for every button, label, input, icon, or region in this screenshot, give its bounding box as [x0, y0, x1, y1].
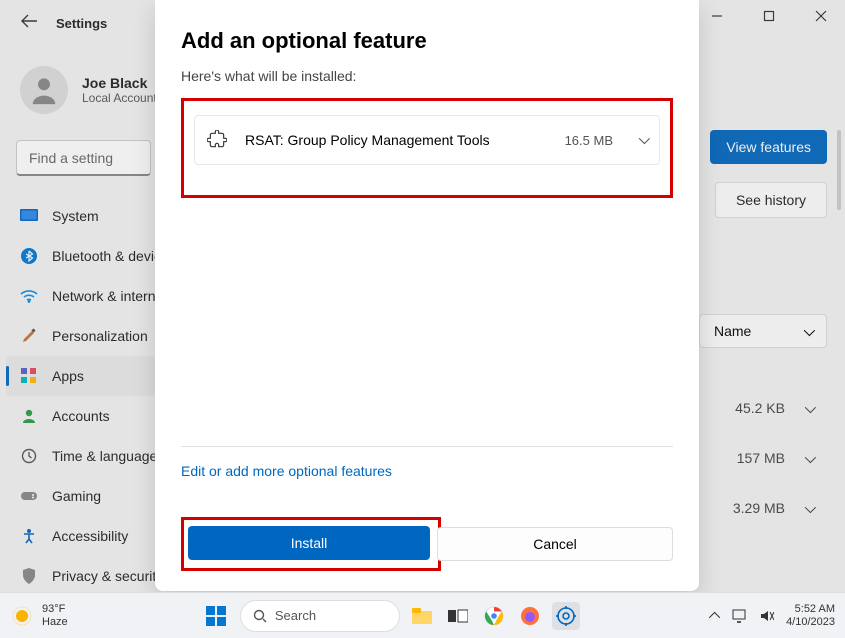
annotation-highlight: RSAT: Group Policy Management Tools 16.5… — [181, 98, 673, 198]
chevron-down-icon[interactable] — [639, 133, 647, 147]
feature-name: RSAT: Group Policy Management Tools — [245, 132, 547, 148]
start-button[interactable] — [200, 600, 232, 632]
annotation-highlight: Install — [181, 517, 441, 571]
weather-condition: Haze — [42, 616, 68, 629]
feature-row[interactable]: RSAT: Group Policy Management Tools 16.5… — [194, 115, 660, 165]
dialog-title: Add an optional feature — [181, 28, 673, 54]
divider — [181, 446, 673, 447]
taskbar-explorer-icon[interactable] — [408, 602, 436, 630]
taskbar-search-placeholder: Search — [275, 608, 316, 623]
volume-tray-icon[interactable] — [760, 609, 774, 623]
taskbar-taskview-icon[interactable] — [444, 602, 472, 630]
taskbar-chrome-icon[interactable] — [480, 602, 508, 630]
taskbar-search[interactable]: Search — [240, 600, 400, 632]
taskbar-firefox-icon[interactable] — [516, 602, 544, 630]
taskbar: 93°F Haze Search 5:52 AM 4/10/2023 — [0, 592, 845, 638]
add-feature-dialog: Add an optional feature Here's what will… — [155, 0, 699, 591]
extension-icon — [207, 130, 227, 150]
feature-size: 16.5 MB — [565, 133, 613, 148]
dialog-subtitle: Here's what will be installed: — [181, 68, 673, 84]
search-icon — [253, 609, 267, 623]
taskbar-date: 4/10/2023 — [786, 616, 835, 629]
weather-widget[interactable]: 93°F Haze — [10, 603, 68, 629]
taskbar-clock[interactable]: 5:52 AM 4/10/2023 — [786, 603, 835, 629]
weather-temp: 93°F — [42, 603, 68, 616]
system-tray[interactable]: 5:52 AM 4/10/2023 — [712, 603, 835, 629]
tray-overflow-icon[interactable] — [712, 609, 720, 623]
network-tray-icon[interactable] — [732, 609, 748, 623]
edit-features-link[interactable]: Edit or add more optional features — [181, 463, 673, 479]
taskbar-time: 5:52 AM — [786, 603, 835, 616]
cancel-button[interactable]: Cancel — [437, 527, 673, 561]
install-button[interactable]: Install — [188, 526, 430, 560]
weather-icon — [10, 604, 34, 628]
taskbar-settings-icon[interactable] — [552, 602, 580, 630]
